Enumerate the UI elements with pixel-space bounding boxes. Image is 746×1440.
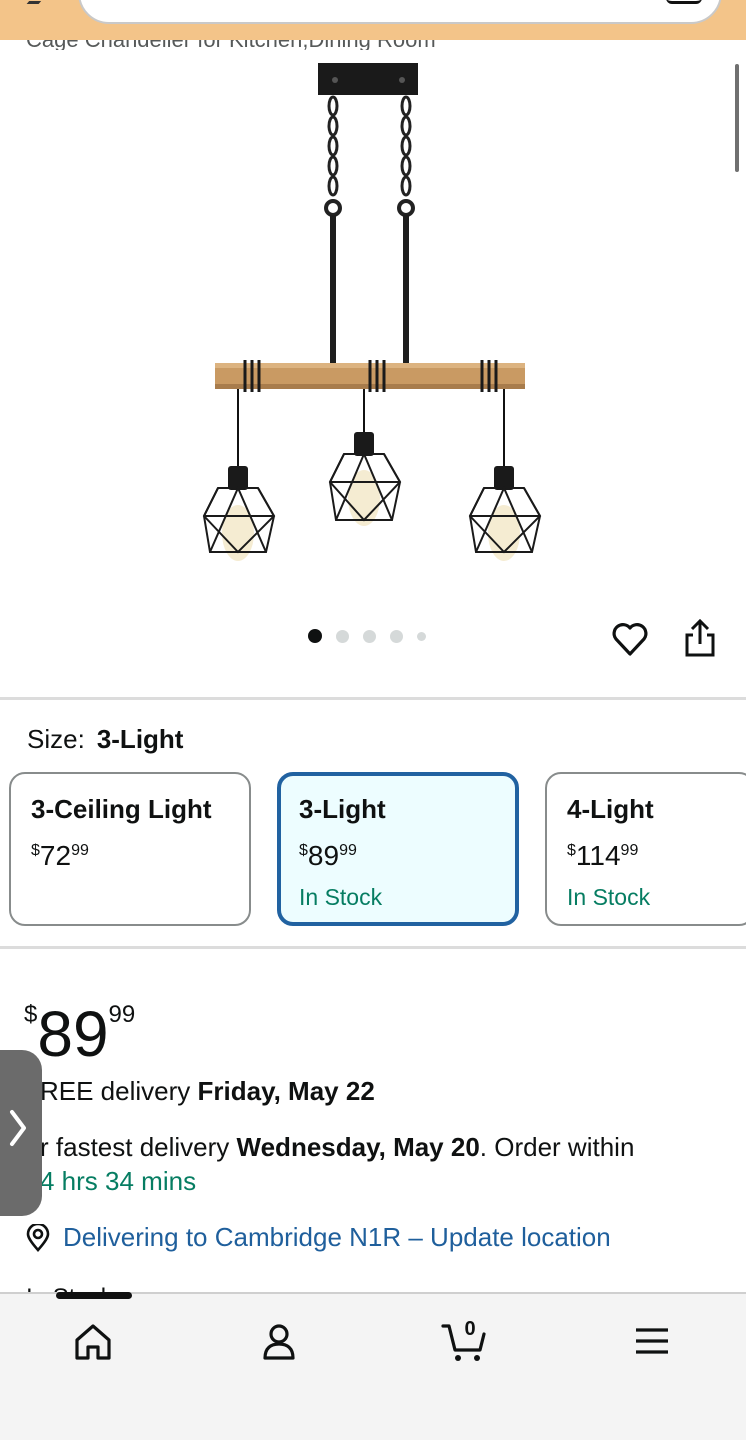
image-carousel-dots[interactable] (308, 629, 426, 643)
top-search-bar (0, 0, 746, 40)
side-drawer-handle[interactable] (0, 1050, 42, 1216)
carousel-dot-3[interactable] (363, 629, 376, 643)
product-title: Cage Chandelier for Kitchen,Dining Room (26, 40, 436, 50)
size-option-name: 3-Ceiling Light (31, 794, 212, 824)
size-option-price: $8999 (299, 840, 357, 871)
wishlist-heart-icon[interactable] (610, 619, 650, 659)
size-option-stock: In Stock (299, 884, 383, 910)
carousel-dot-1[interactable] (308, 629, 322, 643)
free-delivery-line: REE delivery Friday, May 22 (40, 1076, 375, 1106)
chevron-right-icon (10, 1110, 26, 1146)
bottom-navigation (0, 1292, 746, 1440)
home-icon[interactable] (69, 1318, 117, 1366)
delivery-countdown: 4 hrs 34 mins (40, 1166, 197, 1196)
size-option-name: 4-Light (567, 794, 654, 824)
size-option-price: $11499 (567, 840, 639, 871)
size-option-3-light[interactable]: 3-Light $8999 In Stock (277, 772, 519, 926)
active-tab-indicator (56, 1292, 132, 1299)
delivery-location-link[interactable]: Delivering to Cambridge N1R – Update loc… (63, 1222, 611, 1253)
share-icon[interactable] (682, 617, 718, 659)
size-option-name: 3-Light (299, 794, 386, 824)
search-icon (98, 0, 120, 4)
carousel-dot-5[interactable] (417, 631, 426, 641)
size-option-4-light[interactable]: 4-Light $11499 In Stock (545, 772, 746, 926)
back-arrow-icon[interactable] (26, 0, 46, 4)
account-icon[interactable] (255, 1318, 303, 1366)
size-label: Size: 3-Light (27, 724, 183, 755)
fastest-delivery-line: r fastest delivery Wednesday, May 20. Or… (40, 1132, 635, 1162)
stock-status-partial: In Stock (0, 1276, 746, 1292)
search-input[interactable] (78, 0, 722, 24)
size-option-3-ceiling-light[interactable]: 3-Ceiling Light $7299 (9, 772, 251, 926)
size-selected-value: 3-Light (96, 724, 184, 754)
size-option-stock: In Stock (567, 884, 651, 910)
location-pin-icon (26, 1224, 50, 1252)
section-divider (0, 946, 746, 949)
product-image[interactable] (190, 58, 550, 578)
product-title-wrap: Cage Chandelier for Kitchen,Dining Room (0, 40, 746, 54)
cart-count-badge: 0 (464, 1318, 476, 1340)
menu-icon[interactable] (628, 1318, 676, 1366)
product-price: $8999 (24, 998, 136, 1070)
size-option-price: $7299 (31, 840, 89, 871)
carousel-dot-4[interactable] (390, 629, 403, 643)
scroll-indicator (735, 64, 739, 172)
carousel-dot-2[interactable] (336, 629, 349, 643)
camera-icon[interactable] (666, 0, 702, 4)
section-divider (0, 697, 746, 700)
size-label-key: Size: (27, 724, 85, 754)
